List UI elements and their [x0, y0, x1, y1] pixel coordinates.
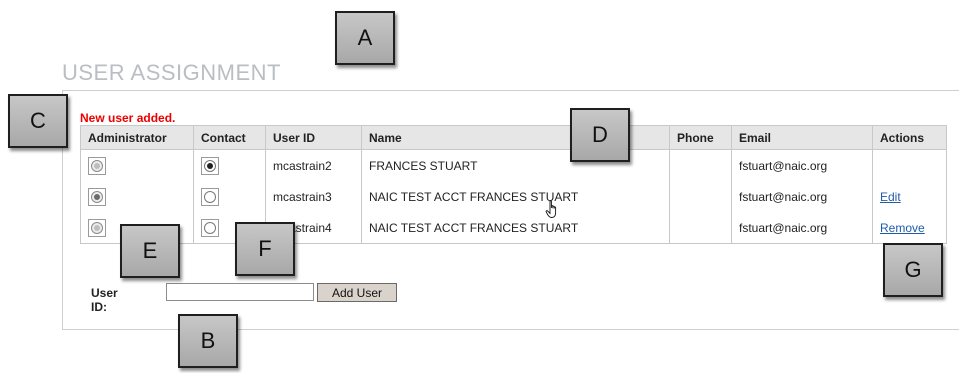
table-row: mcastrain2 FRANCES STUART fstuart@naic.o…: [80, 149, 947, 181]
user-id-input[interactable]: [166, 283, 314, 301]
administrator-radio-frame: [88, 156, 106, 175]
actions-cell: Edit: [872, 181, 947, 212]
header-phone: Phone: [669, 125, 732, 150]
callout-f: F: [235, 222, 295, 276]
callout-a: A: [335, 11, 395, 65]
status-message: New user added.: [80, 111, 176, 125]
remove-link[interactable]: Remove: [880, 221, 925, 235]
administrator-cell: [80, 181, 194, 212]
contact-radio-frame: [201, 156, 219, 175]
actions-cell: Remove: [872, 212, 947, 244]
user-id-cell: mcastrain2: [265, 149, 362, 181]
hand-cursor-icon: [545, 200, 557, 218]
name-cell: NAIC TEST ACCT FRANCES STUART: [361, 181, 670, 212]
email-cell: fstuart@naic.org: [731, 212, 873, 244]
administrator-radio[interactable]: [91, 159, 103, 172]
user-id-cell: mcastrain3: [265, 181, 362, 212]
add-user-button[interactable]: Add User: [317, 283, 397, 302]
administrator-cell: [80, 149, 194, 181]
contact-radio[interactable]: [204, 221, 216, 234]
page-title: USER ASSIGNMENT: [62, 60, 281, 85]
phone-cell: [669, 149, 732, 181]
email-cell: fstuart@naic.org: [731, 149, 873, 181]
callout-e: E: [120, 224, 180, 278]
administrator-radio[interactable]: [91, 190, 103, 203]
phone-cell: [669, 181, 732, 212]
header-user-id: User ID: [265, 125, 362, 150]
contact-radio[interactable]: [204, 190, 216, 203]
edit-link[interactable]: Edit: [880, 190, 901, 204]
header-actions: Actions: [872, 125, 947, 150]
contact-cell: [193, 149, 266, 181]
callout-c: C: [8, 94, 68, 148]
table-row: mcastrain3 NAIC TEST ACCT FRANCES STUART…: [80, 181, 947, 212]
phone-cell: [669, 212, 732, 244]
callout-d: D: [570, 108, 630, 162]
name-cell: NAIC TEST ACCT FRANCES STUART: [361, 212, 670, 244]
actions-cell: [872, 149, 947, 181]
administrator-radio-frame: [88, 187, 106, 206]
table-header-row: Administrator Contact User ID Name Phone…: [80, 125, 947, 150]
email-cell: fstuart@naic.org: [731, 181, 873, 212]
table-row: mcastrain4 NAIC TEST ACCT FRANCES STUART…: [80, 212, 947, 244]
header-administrator: Administrator: [80, 125, 194, 150]
administrator-radio-frame: [88, 218, 106, 237]
administrator-radio[interactable]: [91, 221, 103, 234]
user-table: Administrator Contact User ID Name Phone…: [80, 125, 947, 244]
callout-b: B: [178, 314, 238, 368]
user-id-label: User ID:: [91, 286, 118, 314]
contact-cell: [193, 181, 266, 212]
header-email: Email: [731, 125, 873, 150]
header-contact: Contact: [193, 125, 266, 150]
contact-radio-frame: [201, 187, 219, 206]
contact-radio[interactable]: [204, 159, 216, 172]
contact-radio-frame: [201, 218, 219, 237]
callout-g: G: [883, 243, 943, 297]
